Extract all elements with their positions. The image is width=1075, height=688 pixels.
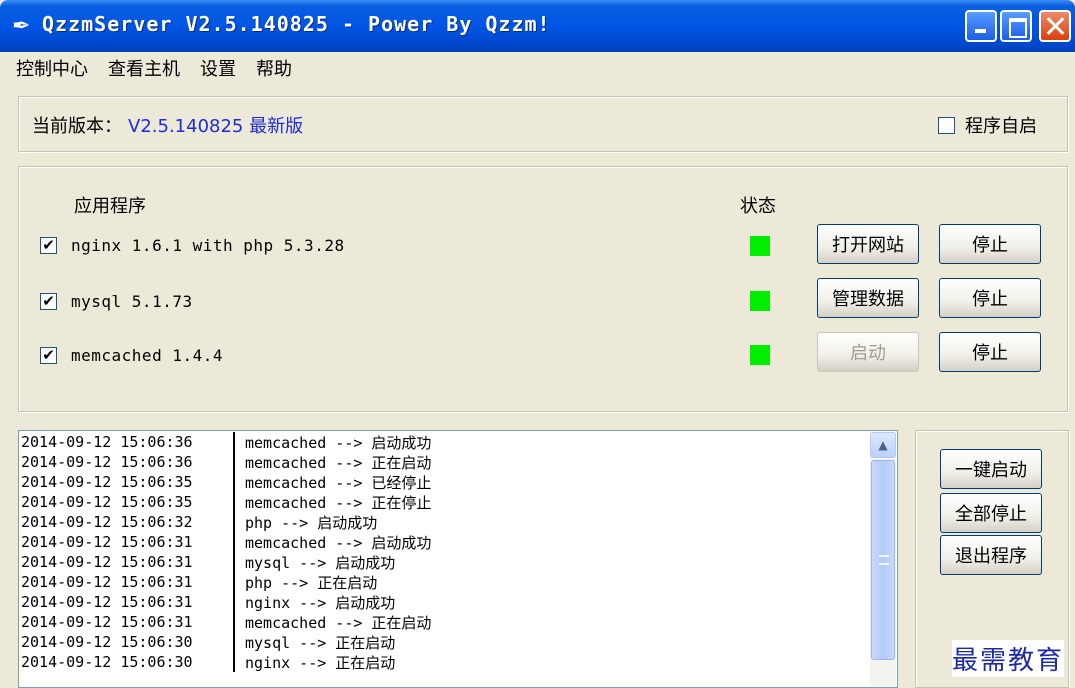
feather-icon: ✒ bbox=[12, 14, 31, 39]
autostart-checkbox[interactable] bbox=[938, 116, 955, 134]
menu-help[interactable]: 帮助 bbox=[256, 55, 292, 81]
minimize-button[interactable] bbox=[965, 10, 997, 42]
log-scrollbar[interactable]: ▲ bbox=[870, 432, 896, 686]
status-indicator-mysql bbox=[750, 291, 770, 311]
log-entry: 2014-09-12 15:06:31 nginx --> 启动成功 bbox=[21, 592, 396, 612]
manage-data-button[interactable]: 管理数据 bbox=[817, 278, 919, 318]
log-entry: 2014-09-12 15:06:35 memcached --> 已经停止 bbox=[21, 472, 432, 492]
log-entry: 2014-09-12 15:06:35 memcached --> 正在停止 bbox=[21, 492, 432, 512]
watermark-text: 最需教育 bbox=[952, 640, 1065, 677]
app-checkbox-mysql[interactable]: ✔ bbox=[40, 292, 57, 310]
app-row-mysql: ✔ mysql 5.1.73 bbox=[40, 289, 193, 313]
stop-all-button[interactable]: 全部停止 bbox=[940, 493, 1042, 533]
exit-button[interactable]: 退出程序 bbox=[940, 535, 1042, 575]
start-all-button[interactable]: 一键启动 bbox=[940, 449, 1042, 489]
status-indicator-nginx bbox=[750, 236, 770, 256]
app-row-nginx: ✔ nginx 1.6.1 with php 5.3.28 bbox=[40, 233, 345, 257]
window-title: QzzmServer V2.5.140825 - Power By Qzzm! bbox=[42, 12, 551, 36]
start-memcached-button[interactable]: 启动 bbox=[817, 332, 919, 372]
menu-settings[interactable]: 设置 bbox=[200, 55, 236, 81]
maximize-button[interactable] bbox=[1000, 10, 1032, 42]
version-value: V2.5.140825 最新版 bbox=[128, 116, 304, 137]
log-entry: 2014-09-12 15:06:30 mysql --> 正在启动 bbox=[21, 632, 396, 652]
log-entry: 2014-09-12 15:06:36 memcached --> 正在启动 bbox=[21, 452, 432, 472]
version-label: 当前版本： bbox=[32, 116, 122, 137]
stop-memcached-button[interactable]: 停止 bbox=[939, 332, 1041, 372]
app-checkbox-memcached[interactable]: ✔ bbox=[40, 346, 57, 364]
app-row-memcached: ✔ memcached 1.4.4 bbox=[40, 343, 223, 367]
log-entry: 2014-09-12 15:06:31 mysql --> 启动成功 bbox=[21, 552, 396, 572]
log-entry: 2014-09-12 15:06:31 php --> 正在启动 bbox=[21, 572, 378, 592]
open-website-button[interactable]: 打开网站 bbox=[817, 224, 919, 264]
log-entry: 2014-09-12 15:06:30 nginx --> 正在启动 bbox=[21, 652, 396, 672]
app-name-mysql: mysql 5.1.73 bbox=[71, 291, 193, 311]
menu-bar: 控制中心 查看主机 设置 帮助 bbox=[0, 52, 1075, 84]
log-entry: 2014-09-12 15:06:36 memcached --> 启动成功 bbox=[21, 432, 432, 452]
scroll-up-icon[interactable]: ▲ bbox=[870, 432, 896, 458]
title-bar[interactable]: ✒ QzzmServer V2.5.140825 - Power By Qzzm… bbox=[0, 0, 1075, 52]
stop-nginx-button[interactable]: 停止 bbox=[939, 224, 1041, 264]
log-entry: 2014-09-12 15:06:31 memcached --> 正在启动 bbox=[21, 612, 432, 632]
log-entry: 2014-09-12 15:06:31 memcached --> 启动成功 bbox=[21, 532, 432, 552]
autostart-option[interactable]: 程序自启 bbox=[938, 112, 1037, 138]
autostart-label: 程序自启 bbox=[965, 116, 1037, 137]
scroll-thumb[interactable] bbox=[871, 460, 895, 660]
status-indicator-memcached bbox=[750, 345, 770, 365]
log-panel[interactable]: 2014-09-12 15:06:36 memcached --> 启动成功 20… bbox=[18, 430, 898, 688]
apps-header: 应用程序 bbox=[74, 196, 146, 217]
menu-control-center[interactable]: 控制中心 bbox=[16, 55, 88, 81]
status-header: 状态 bbox=[740, 196, 776, 217]
app-name-memcached: memcached 1.4.4 bbox=[71, 345, 223, 365]
app-checkbox-nginx[interactable]: ✔ bbox=[40, 236, 57, 254]
menu-view-host[interactable]: 查看主机 bbox=[108, 55, 180, 81]
log-entry: 2014-09-12 15:06:32 php --> 启动成功 bbox=[21, 512, 378, 532]
stop-mysql-button[interactable]: 停止 bbox=[939, 278, 1041, 318]
app-name-nginx: nginx 1.6.1 with php 5.3.28 bbox=[71, 235, 345, 255]
close-button[interactable] bbox=[1039, 10, 1071, 42]
